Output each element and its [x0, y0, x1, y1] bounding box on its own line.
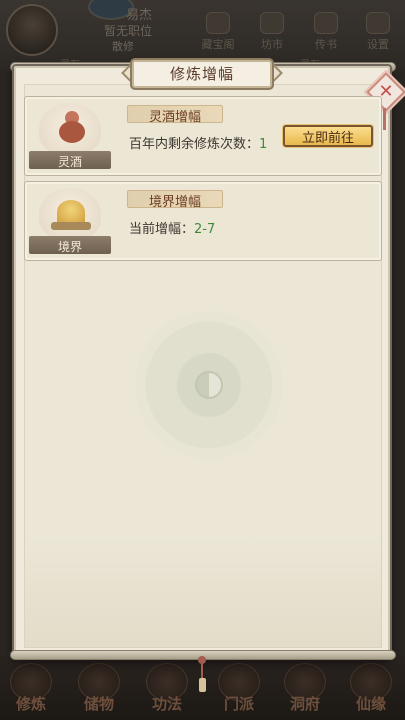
nav-cultivate[interactable]: 修炼 [2, 663, 60, 714]
nav-skill[interactable]: 功法 [138, 663, 196, 714]
card-tag-label: 灵酒增幅 [148, 110, 201, 125]
player-avatar[interactable] [6, 4, 58, 56]
card-icon-frame: 灵酒 [29, 103, 111, 169]
top-icon-label: 藏宝阁 [201, 38, 235, 51]
top-icon-label: 传书 [315, 38, 337, 51]
market-button[interactable]: 坊市 [250, 12, 294, 52]
top-icon-label: 设置 [367, 38, 389, 51]
boost-card-wine: 灵酒 灵酒增幅 百年内剩余修炼次数：1 立即前往 [24, 96, 382, 176]
treasure-icon [206, 12, 230, 34]
mail-button[interactable]: 传书 [304, 12, 348, 52]
nav-label: 修炼 [15, 695, 46, 713]
card-icon-label: 境界 [57, 240, 82, 254]
card-icon-banner: 境界 [29, 236, 111, 254]
go-now-label: 立即前往 [301, 131, 354, 146]
card-tag: 境界增幅 [127, 190, 223, 210]
nav-storage[interactable]: 储物 [70, 663, 128, 714]
player-rank: 暂无职位 [104, 24, 153, 38]
modal-bottom-decoration [25, 537, 381, 647]
modal-title: 修炼增幅 [169, 65, 234, 83]
remaining-count-label: 百年内剩余修炼次数： [129, 137, 260, 152]
card-icon-frame: 境界 [29, 188, 111, 254]
nav-label: 功法 [151, 695, 182, 713]
player-sect: 散修 [112, 40, 134, 53]
market-icon [260, 12, 284, 34]
close-tassel [383, 108, 386, 130]
card-icon-banner: 灵酒 [29, 151, 111, 169]
nav-label: 储物 [83, 695, 114, 713]
card-tag: 灵酒增幅 [127, 105, 223, 125]
gear-icon [366, 12, 390, 34]
nav-label: 洞府 [289, 695, 320, 713]
treasure-pavilion-button[interactable]: 藏宝阁 [196, 12, 240, 52]
nav-cave[interactable]: 洞府 [276, 663, 334, 714]
nav-label: 门派 [223, 695, 254, 713]
mail-icon [314, 12, 338, 34]
go-now-button[interactable]: 立即前往 [283, 125, 373, 147]
current-boost-value: 2-7 [194, 222, 216, 237]
nav-label: 仙缘 [355, 695, 386, 713]
card-icon-label: 灵酒 [57, 155, 82, 169]
nav-sect[interactable]: 门派 [210, 663, 268, 714]
settings-button[interactable]: 设置 [356, 12, 400, 52]
current-boost-text: 当前增幅：2-7 [129, 218, 215, 237]
yin-yang-watermark-icon [135, 311, 283, 459]
remaining-count-value: 1 [259, 137, 268, 152]
bottom-tassel-icon [198, 656, 206, 696]
modal-title-plate: 修炼增幅 [132, 60, 272, 88]
wine-gourd-icon [55, 111, 89, 143]
card-tag-label: 境界增幅 [148, 195, 201, 210]
boost-card-realm: 境界 境界增幅 当前增幅：2-7 [24, 181, 382, 261]
remaining-count-text: 百年内剩余修炼次数：1 [129, 133, 267, 152]
top-icon-label: 坊市 [261, 38, 283, 51]
player-name: 易杰 [126, 8, 153, 23]
current-boost-label: 当前增幅： [129, 222, 195, 237]
nav-fate[interactable]: 仙缘 [342, 663, 400, 714]
realm-mountain-icon [51, 196, 91, 232]
